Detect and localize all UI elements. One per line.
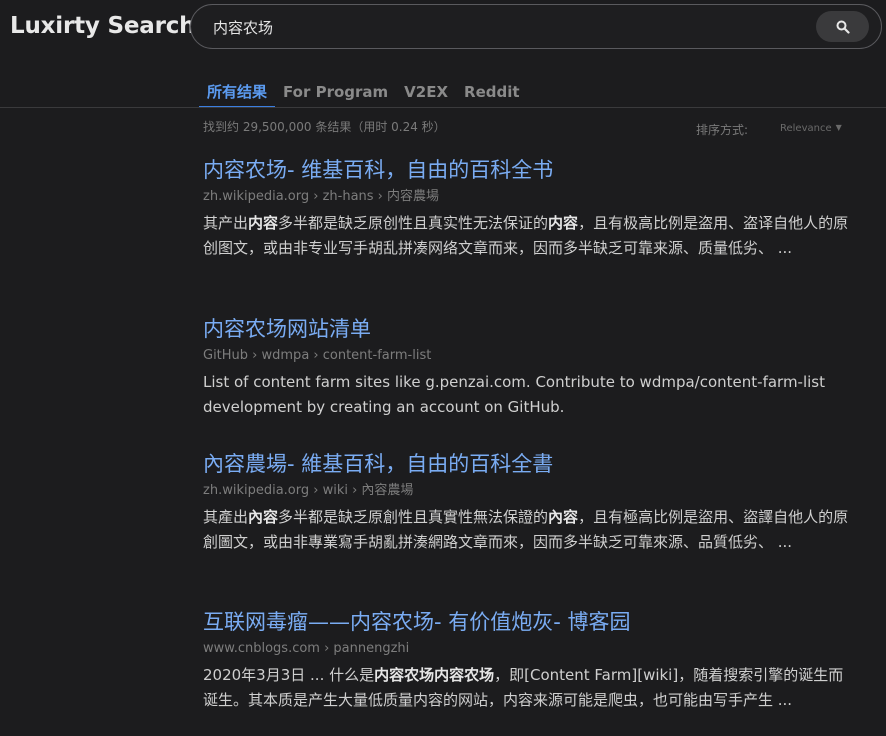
result-snippet: 其產出內容多半都是缺乏原創性且真實性無法保證的內容，且有極高比例是盜用、盜譯自他… [203, 505, 853, 554]
tab-reddit[interactable]: Reddit [456, 83, 528, 108]
tab-v2ex[interactable]: V2EX [396, 83, 456, 108]
sort-label: 排序方式: [696, 123, 749, 137]
result-url: www.cnblogs.com › pannengzhi [203, 641, 410, 656]
caret-down-icon: ▼ [835, 123, 842, 132]
snippet-highlight: 內容 [248, 508, 279, 526]
snippet-highlight: 内容农场内容农场 [374, 666, 495, 684]
result-title-link[interactable]: 内容农场网站清单 [203, 316, 853, 342]
snippet-highlight: 内容 [548, 214, 579, 232]
brand-logo[interactable]: Luxirty Search [10, 13, 196, 39]
sort-value: Relevance [780, 123, 832, 134]
search-result: 互联网毒瘤——内容农场- 有价值炮灰- 博客园 www.cnblogs.com … [203, 609, 853, 712]
sort-dropdown[interactable]: Relevance ▼ [780, 123, 842, 134]
result-title-link[interactable]: 内容农场- 维基百科，自由的百科全书 [203, 157, 853, 183]
search-tabs: 所有结果 For Program V2EX Reddit [199, 83, 528, 108]
result-title-link[interactable]: 內容農場- 維基百科，自由的百科全書 [203, 451, 853, 477]
result-title-link[interactable]: 互联网毒瘤——内容农场- 有价值炮灰- 博客园 [203, 609, 853, 635]
search-button[interactable] [816, 11, 869, 42]
result-url: zh.wikipedia.org › wiki › 內容農場 [203, 483, 414, 498]
search-result: 内容农场网站清单 GitHub › wdmpa › content-farm-l… [203, 316, 853, 419]
search-box[interactable] [190, 4, 882, 49]
tabs-divider [0, 107, 886, 108]
result-snippet: 其产出内容多半都是缺乏原创性且真实性无法保证的内容，且有极高比例是盗用、盗译自他… [203, 211, 853, 260]
search-result: 内容农场- 维基百科，自由的百科全书 zh.wikipedia.org › zh… [203, 157, 853, 260]
result-stats: 找到约 29,500,000 条结果（用时 0.24 秒） [203, 120, 446, 134]
snippet-highlight: 内容 [248, 214, 279, 232]
result-url: zh.wikipedia.org › zh-hans › 内容農場 [203, 189, 440, 204]
snippet-text: 其产出 [203, 214, 249, 232]
snippet-text: List of content farm sites like g.penzai… [203, 373, 825, 416]
tab-all-results[interactable]: 所有结果 [199, 83, 276, 108]
tab-for-program[interactable]: For Program [275, 83, 396, 108]
snippet-text: 2020年3月3日 ... 什么是 [203, 666, 375, 684]
snippet-text: 其產出 [203, 508, 249, 526]
search-result: 內容農場- 維基百科，自由的百科全書 zh.wikipedia.org › wi… [203, 451, 853, 554]
snippet-highlight: 內容 [548, 508, 579, 526]
snippet-text: 多半都是缺乏原创性且真实性无法保证的 [278, 214, 549, 232]
search-icon [836, 20, 850, 34]
result-snippet: 2020年3月3日 ... 什么是内容农场内容农场，即[Content Farm… [203, 663, 853, 712]
snippet-text: 多半都是缺乏原創性且真實性無法保證的 [278, 508, 549, 526]
search-input[interactable] [211, 13, 801, 41]
result-url: GitHub › wdmpa › content-farm-list [203, 348, 432, 363]
result-snippet: List of content farm sites like g.penzai… [203, 370, 853, 419]
header: Luxirty Search [0, 0, 886, 56]
